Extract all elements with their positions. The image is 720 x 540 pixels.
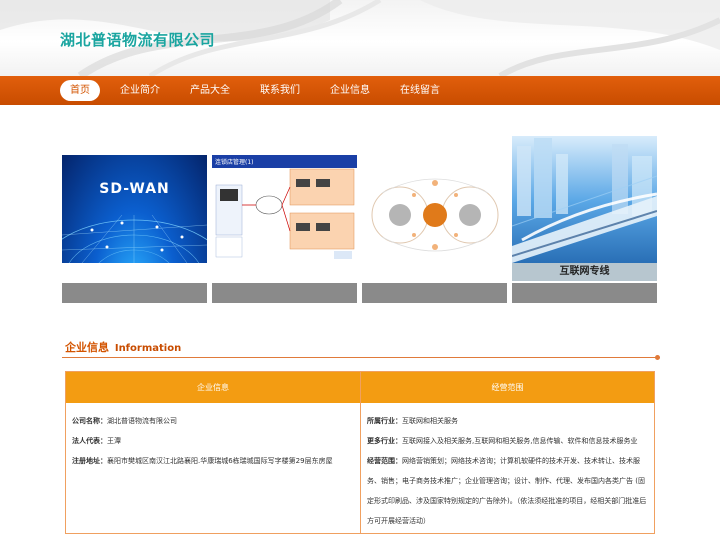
nav-item-home[interactable]: 首页 [60,80,100,101]
main-nav: 首页 企业简介 产品大全 联系我们 企业信息 在线留言 [0,76,720,105]
company-info-column: 企业信息 公司名称：湖北普语物流有限公司 法人代表：王潭 注册地址：襄阳市樊城区… [66,372,361,533]
info-section-title: 企业信息 Information [65,339,181,355]
header-banner: 湖北普语物流有限公司 [0,0,720,76]
company-info-header: 企业信息 [66,372,360,403]
gallery-caption-bar[interactable] [212,283,357,303]
info-section-title-cn: 企业信息 [65,341,109,354]
gallery-caption-bar[interactable] [362,283,507,303]
network-diagram-image[interactable]: 连锁店管理(1) [212,155,357,263]
sdwan-label: SD-WAN [99,181,170,197]
nav-item-message[interactable]: 在线留言 [390,80,450,101]
gallery-caption-bar[interactable] [512,283,657,303]
gallery-card-internet-line[interactable]: 互联网专线 [512,136,657,303]
sdwan-image[interactable]: SD-WAN [62,155,207,263]
business-scope-line: 定形式印刷品、涉及国家特别规定的广告除外)。（依法须经批准的项目，经相关部门批准… [367,497,647,505]
gallery-caption-bar[interactable] [62,283,207,303]
network-globe-graphic [62,214,207,263]
nav-item-company-info[interactable]: 企业信息 [320,80,380,101]
industry-row: 所属行业：互联网和相关服务 [367,417,458,425]
network-topology-graphic [215,168,355,259]
business-cycle-image[interactable] [362,155,507,263]
site-title[interactable]: 湖北普语物流有限公司 [60,29,215,50]
info-section-title-en: Information [114,343,182,354]
company-name-row: 公司名称：湖北普语物流有限公司 [72,417,177,425]
address-row: 注册地址：襄阳市樊城区南汉江北路襄阳.华康瑞城6栋瑞城国际写字楼第29层东房屋 [72,457,333,465]
section-divider [62,357,660,358]
business-scope-line: 方可开展经营活动） [367,517,430,525]
company-info-table: 企业信息 公司名称：湖北普语物流有限公司 法人代表：王潭 注册地址：襄阳市樊城区… [65,371,655,534]
nav-item-contact[interactable]: 联系我们 [250,80,310,101]
business-scope-header: 经营范围 [361,372,654,403]
internet-line-image[interactable]: 互联网专线 [512,136,657,281]
cycle-diagram-graphic [371,178,499,252]
gallery-card-network[interactable]: 连锁店管理(1) [212,136,357,303]
legal-rep-row: 法人代表：王潭 [72,437,121,445]
train-city-graphic [512,138,657,263]
business-scope-line: 务、销售；电子商务技术推广；企业管理咨询；设计、制作、代理、发布国内各类广告 (… [367,477,645,485]
section-divider-dot [655,355,660,360]
gallery-card-business-cycle[interactable] [362,136,507,303]
product-gallery: SD-WAN 连锁店管理(1) 互联网专线 [62,136,658,304]
nav-item-products[interactable]: 产品大全 [180,80,240,101]
business-scope-column: 经营范围 所属行业：互联网和相关服务 更多行业：互联网接入及相关服务,互联网和相… [361,372,654,533]
more-industry-row: 更多行业：互联网接入及相关服务,互联网和相关服务,信息传输、软件和信息技术服务业 [367,437,638,445]
nav-item-about[interactable]: 企业简介 [110,80,170,101]
business-scope-row: 经营范围：网络营销策划；网络技术咨询；计算机软硬件的技术开发、技术转让、技术服 [367,457,640,465]
gallery-card-sdwan[interactable]: SD-WAN [62,136,207,303]
internet-line-label: 互联网专线 [512,263,657,281]
